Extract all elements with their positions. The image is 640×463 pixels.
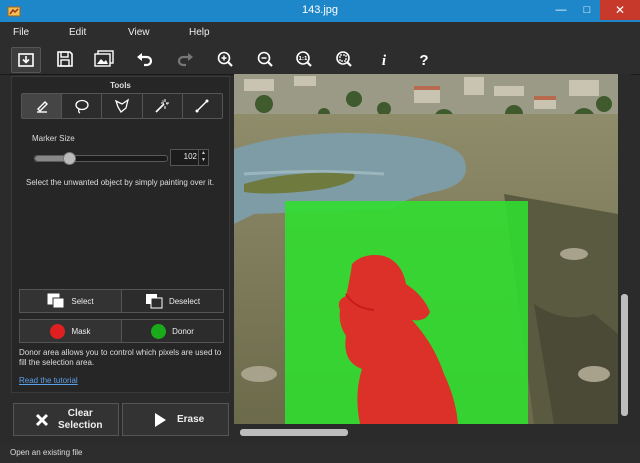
menu-file[interactable]: File (13, 27, 29, 38)
clear-label: Clear (67, 407, 93, 419)
erase-button[interactable]: Erase (122, 403, 229, 436)
polygon-lasso-tool-button[interactable] (102, 94, 143, 118)
fit-to-window-button[interactable] (330, 47, 358, 71)
status-text: Open an existing file (10, 448, 83, 457)
minimize-button[interactable]: — (548, 0, 574, 20)
help-icon: ? (419, 52, 428, 68)
title-bar: 143.jpg — □ ✕ (0, 0, 640, 22)
polygon-lasso-tool-icon (114, 98, 130, 113)
marker-size-value: 102 (183, 152, 197, 161)
marker-tool-icon (36, 101, 48, 113)
donor-description: Donor area allows you to control which p… (19, 348, 222, 367)
mask-label: Mask (71, 326, 91, 336)
zoom-out-icon (257, 51, 273, 67)
donor-button[interactable]: Donor (122, 320, 223, 342)
menu-view[interactable]: View (128, 27, 150, 38)
actual-size-icon: 1:1 (296, 51, 312, 67)
open-icon (18, 53, 34, 67)
svg-text:1:1: 1:1 (299, 56, 308, 62)
select-button[interactable]: Select (20, 290, 122, 312)
toolbar: 1:1 i ? (0, 44, 640, 75)
close-x-icon (35, 413, 49, 426)
deselect-icon (145, 294, 163, 309)
menu-edit[interactable]: Edit (69, 27, 86, 38)
deselect-label: Deselect (168, 296, 201, 306)
select-icon (47, 293, 65, 309)
play-icon (155, 412, 166, 427)
redo-button[interactable] (171, 47, 199, 71)
actual-size-button[interactable]: 1:1 (290, 47, 318, 71)
vertical-scrollbar[interactable] (619, 74, 631, 424)
photo-scene (234, 74, 618, 424)
horizontal-scrollbar[interactable] (234, 426, 618, 438)
info-icon: i (382, 53, 387, 68)
marker-size-label: Marker Size (32, 134, 75, 143)
svg-text:?: ? (419, 52, 428, 68)
selection-label: Selection (58, 419, 103, 431)
zoom-out-button[interactable] (251, 47, 279, 71)
magic-wand-tool-button[interactable] (143, 94, 183, 118)
magic-wand-tool-icon (155, 99, 170, 113)
help-button[interactable]: ? (410, 47, 438, 71)
menu-help[interactable]: Help (189, 27, 210, 38)
horizontal-scroll-thumb[interactable] (240, 429, 348, 436)
open-button[interactable] (11, 47, 41, 73)
status-bar: Open an existing file (0, 445, 640, 463)
marker-size-spinbox[interactable]: 102 ▲ ▼ (170, 149, 209, 166)
fit-icon (336, 51, 352, 67)
donor-color-dot (151, 323, 167, 339)
tool-selector (21, 93, 223, 119)
maximize-button[interactable]: □ (574, 0, 600, 20)
deselect-button[interactable]: Deselect (122, 290, 223, 312)
selection-buttons: Select Deselect (19, 289, 224, 313)
svg-text:i: i (382, 53, 387, 68)
mode-buttons: Mask Donor (19, 319, 224, 343)
vertical-scroll-thumb[interactable] (621, 294, 628, 416)
menu-bar: File Edit View Help (0, 22, 640, 44)
tutorial-link[interactable]: Read the tutorial (19, 376, 78, 385)
zoom-in-icon (217, 51, 233, 67)
close-button[interactable]: ✕ (600, 0, 640, 20)
undo-button[interactable] (131, 47, 159, 71)
info-button[interactable]: i (370, 47, 398, 71)
marker-tool-button[interactable] (22, 94, 63, 118)
lasso-tool-button[interactable] (62, 94, 103, 118)
marker-size-slider[interactable] (34, 152, 168, 165)
mask-button[interactable]: Mask (20, 320, 122, 342)
donor-label: Donor (172, 326, 194, 336)
window-title: 143.jpg (301, 4, 339, 16)
erase-label: Erase (177, 414, 205, 425)
line-tool-button[interactable] (183, 94, 222, 118)
tools-panel: Tools Marker Size 102 ▲ ▼ Select the unwa… (11, 76, 230, 393)
zoom-in-button[interactable] (211, 47, 239, 71)
lasso-tool-icon (75, 99, 89, 114)
line-tool-icon (195, 99, 209, 113)
undo-icon (137, 53, 153, 67)
mask-color-dot (50, 323, 66, 339)
slider-thumb[interactable] (63, 152, 77, 165)
images-button[interactable] (90, 47, 118, 71)
hint-text: Select the unwanted object by simply pai… (26, 178, 215, 187)
redo-icon (177, 53, 193, 67)
tools-title: Tools (110, 81, 131, 90)
clear-selection-button[interactable]: Clear Selection (13, 403, 119, 436)
spin-arrows[interactable]: ▲ ▼ (198, 150, 208, 165)
save-button[interactable] (51, 47, 79, 71)
image-canvas[interactable] (234, 74, 618, 424)
image-icon (94, 50, 114, 67)
select-label: Select (71, 296, 94, 306)
save-icon (57, 51, 73, 67)
